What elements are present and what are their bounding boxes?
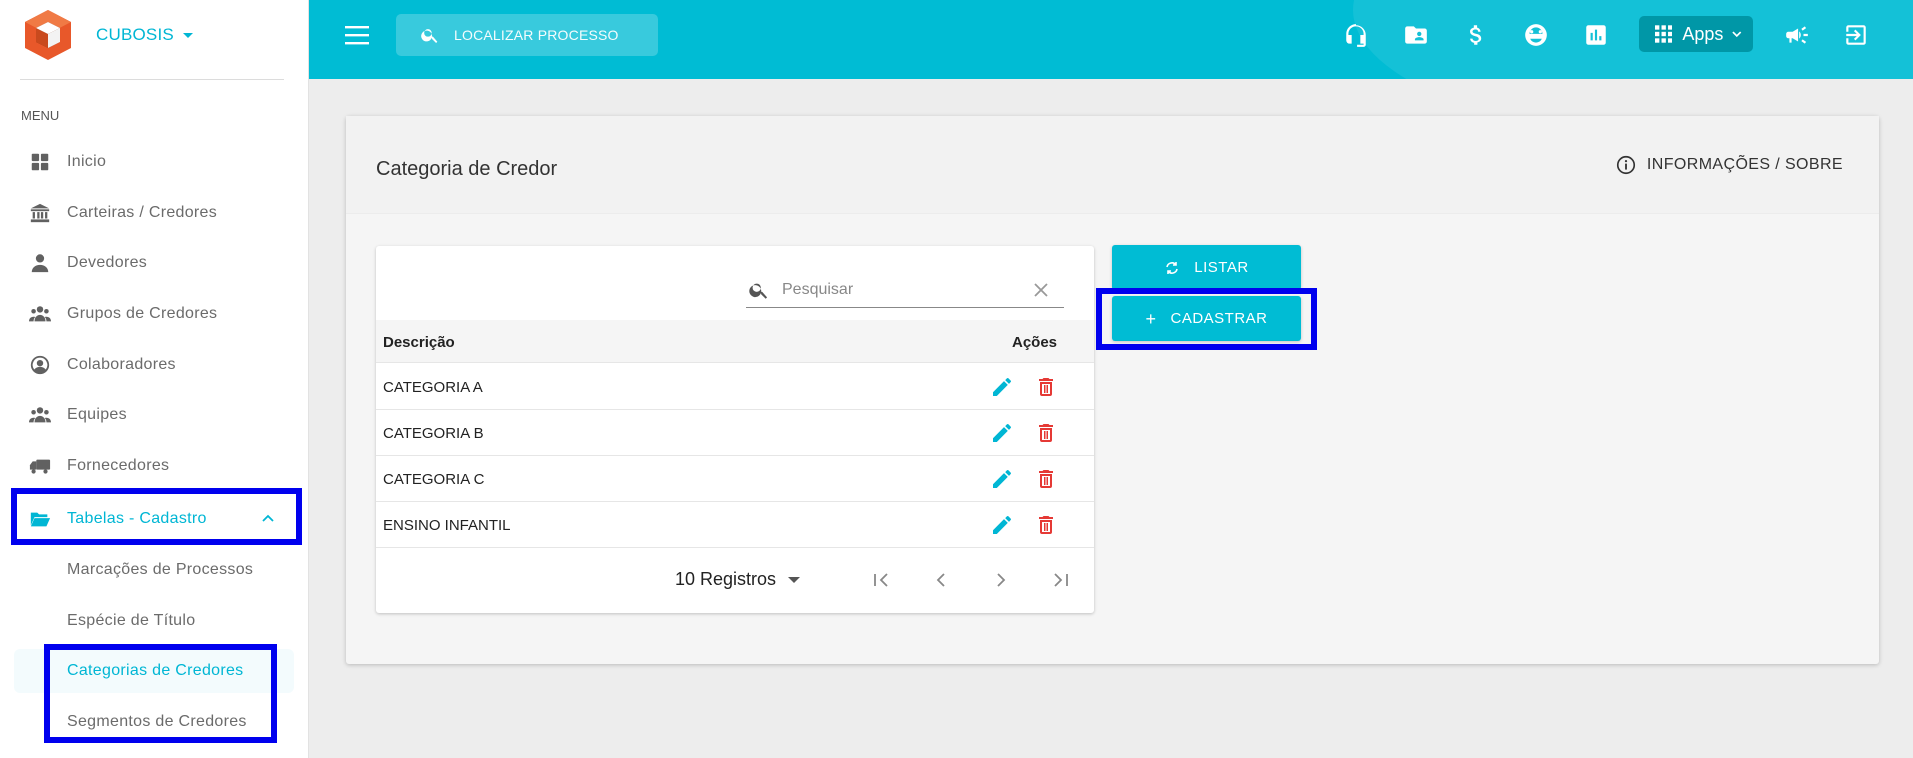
menu-icon[interactable] — [345, 25, 369, 45]
row-descricao: ENSINO INFANTIL — [383, 517, 511, 534]
rows-per-page-label: 10 Registros — [675, 569, 777, 589]
sidebar-item-label: Fornecedores — [67, 457, 170, 474]
page-title: Categoria de Credor — [376, 158, 558, 180]
process-search-input[interactable] — [454, 27, 654, 43]
top-bar: Apps — [309, 0, 1913, 79]
sidebar-item-label: Inicio — [67, 153, 107, 170]
clear-icon[interactable] — [1032, 281, 1050, 299]
categories-table: Descrição Ações CATEGORIA A CATEGORIA B … — [376, 246, 1094, 613]
sidebar-subitem-categorias-credores[interactable]: Categorias de Credores — [14, 649, 294, 693]
header-decoration — [1353, 0, 1913, 79]
dollar-icon[interactable] — [1461, 20, 1491, 50]
column-header-acoes: Ações — [1012, 334, 1058, 351]
brand-name: CUBOSIS — [96, 25, 174, 44]
contact-folder-icon[interactable] — [1401, 20, 1431, 50]
row-descricao: CATEGORIA C — [383, 471, 485, 488]
sidebar-subitem-marcacoes[interactable]: Marcações de Processos — [14, 548, 294, 592]
table-header: Descrição Ações — [376, 320, 1094, 363]
sync-icon — [1166, 261, 1179, 274]
first-page-icon[interactable] — [868, 567, 894, 593]
sidebar-item-inicio[interactable]: Inicio — [14, 139, 294, 185]
search-icon — [749, 283, 768, 299]
group-icon — [28, 403, 52, 427]
megaphone-icon[interactable] — [1782, 20, 1812, 50]
sidebar: CUBOSIS MENU Inicio Carteiras / Credores… — [0, 0, 309, 758]
table-search-input[interactable] — [782, 280, 1022, 299]
sidebar-subitem-especie-titulo[interactable]: Espécie de Título — [14, 599, 294, 643]
table-row: CATEGORIA C — [376, 456, 1094, 502]
column-header-descricao[interactable]: Descrição — [383, 334, 455, 351]
sidebar-item-equipes[interactable]: Equipes — [14, 392, 294, 438]
info-icon — [1616, 155, 1635, 175]
table-pagination: 10 Registros — [376, 549, 1094, 609]
row-descricao: CATEGORIA B — [383, 425, 484, 442]
dashboard-icon — [28, 150, 52, 174]
delete-icon[interactable] — [1034, 375, 1058, 399]
edit-icon[interactable] — [990, 467, 1014, 491]
info-about-label: INFORMAÇÕES / SOBRE — [1646, 156, 1843, 173]
delete-icon[interactable] — [1034, 467, 1058, 491]
content-card: Categoria de Credor INFORMAÇÕES / SOBRE … — [346, 116, 1879, 664]
support-face-icon[interactable] — [1521, 20, 1551, 50]
cadastrar-label: CADASTRAR — [1170, 310, 1268, 327]
caret-down-icon[interactable] — [182, 32, 193, 38]
cadastrar-button[interactable]: + CADASTRAR — [1112, 296, 1301, 341]
person-icon — [28, 251, 52, 275]
sidebar-item-label: Colaboradores — [67, 356, 176, 373]
account-circle-icon — [28, 353, 52, 377]
sidebar-item-label: Grupos de Credores — [67, 305, 218, 322]
sidebar-item-fornecedores[interactable]: Fornecedores — [14, 443, 294, 489]
table-row: ENSINO INFANTIL — [376, 502, 1094, 548]
sidebar-item-label: Equipes — [67, 406, 127, 423]
brand[interactable]: CUBOSIS — [22, 6, 193, 64]
logo-icon — [25, 10, 71, 60]
chevron-up-icon — [262, 514, 274, 522]
listar-button[interactable]: LISTAR — [1112, 245, 1301, 290]
headset-icon[interactable] — [1341, 20, 1371, 50]
search-icon — [421, 29, 438, 43]
dropdown-arrow-icon — [788, 576, 801, 583]
sidebar-item-devedores[interactable]: Devedores — [14, 240, 294, 286]
delete-icon[interactable] — [1034, 513, 1058, 537]
info-about-link[interactable]: INFORMAÇÕES / SOBRE — [1615, 154, 1843, 176]
sidebar-item-carteiras[interactable]: Carteiras / Credores — [14, 190, 294, 236]
logout-icon[interactable] — [1841, 20, 1871, 50]
table-row: CATEGORIA B — [376, 410, 1094, 456]
sidebar-subitem-segmentos-credores[interactable]: Segmentos de Credores — [14, 700, 294, 744]
sidebar-item-colaboradores[interactable]: Colaboradores — [14, 342, 294, 388]
row-descricao: CATEGORIA A — [383, 379, 483, 396]
last-page-icon[interactable] — [1048, 567, 1074, 593]
previous-page-icon[interactable] — [928, 567, 954, 593]
chevron-down-icon — [1732, 31, 1742, 38]
apps-label: Apps — [1682, 23, 1724, 44]
sidebar-item-tabelas-cadastro[interactable]: Tabelas - Cadastro — [14, 496, 294, 542]
truck-icon — [28, 454, 52, 478]
sidebar-item-grupos-credores[interactable]: Grupos de Credores — [14, 291, 294, 337]
delete-icon[interactable] — [1034, 421, 1058, 445]
edit-icon[interactable] — [990, 421, 1014, 445]
apps-grid-icon — [1655, 25, 1673, 43]
group-icon — [28, 302, 52, 326]
folder-open-icon — [28, 507, 52, 531]
chart-icon[interactable] — [1581, 20, 1611, 50]
process-search-box[interactable] — [396, 14, 658, 56]
edit-icon[interactable] — [990, 513, 1014, 537]
apps-menu-button[interactable]: Apps — [1639, 16, 1753, 52]
plus-icon: + — [1145, 308, 1157, 329]
menu-title: MENU — [21, 108, 60, 123]
table-search[interactable] — [746, 272, 1064, 308]
sidebar-item-label: Devedores — [67, 254, 148, 271]
sidebar-item-label: Tabelas - Cadastro — [67, 510, 207, 527]
bank-icon — [28, 201, 52, 225]
listar-label: LISTAR — [1194, 259, 1249, 276]
table-row: CATEGORIA A — [376, 364, 1094, 410]
card-header: Categoria de Credor INFORMAÇÕES / SOBRE — [346, 116, 1879, 214]
divider — [20, 79, 284, 80]
sidebar-item-label: Carteiras / Credores — [67, 204, 218, 221]
edit-icon[interactable] — [990, 375, 1014, 399]
rows-per-page-select[interactable]: 10 Registros — [675, 569, 801, 590]
next-page-icon[interactable] — [988, 567, 1014, 593]
